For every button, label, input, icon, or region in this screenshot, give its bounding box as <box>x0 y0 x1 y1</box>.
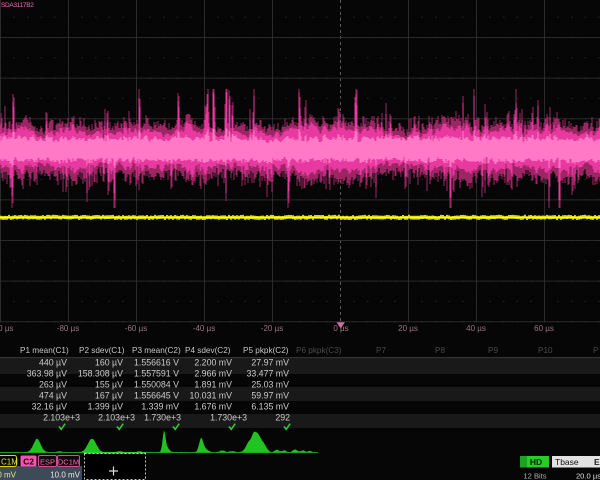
svg-text:292: 292 <box>275 413 290 423</box>
svg-text:1.550084 V: 1.550084 V <box>134 380 179 390</box>
svg-text:440 µV: 440 µV <box>39 358 67 368</box>
svg-text:Tbase: Tbase <box>555 457 579 467</box>
svg-text:59.97 mV: 59.97 mV <box>251 391 289 401</box>
svg-text:1.730e+3: 1.730e+3 <box>210 413 247 423</box>
svg-text:-40 µs: -40 µs <box>193 324 215 333</box>
svg-text:P8: P8 <box>435 346 445 355</box>
svg-text:2.200 mV: 2.200 mV <box>194 358 232 368</box>
svg-text:1.557591 V: 1.557591 V <box>134 369 179 379</box>
svg-text:1.556645 V: 1.556645 V <box>134 391 179 401</box>
svg-text:-80 µs: -80 µs <box>57 324 79 333</box>
svg-text:E: E <box>594 457 600 467</box>
svg-text:1.399 µV: 1.399 µV <box>88 402 124 412</box>
svg-text:1.730e+3: 1.730e+3 <box>144 413 181 423</box>
svg-text:160 µV: 160 µV <box>95 358 123 368</box>
svg-text:474 µV: 474 µV <box>39 391 67 401</box>
svg-text:1.556616 V: 1.556616 V <box>134 358 179 368</box>
svg-text:40 µs: 40 µs <box>466 324 486 333</box>
svg-text:33.477 mV: 33.477 mV <box>246 369 289 379</box>
svg-text:1.339 mV: 1.339 mV <box>141 402 179 412</box>
svg-text:DC1M: DC1M <box>58 458 79 467</box>
svg-text:1.891 mV: 1.891 mV <box>194 380 232 390</box>
svg-text:155 µV: 155 µV <box>95 380 123 390</box>
svg-text:P1 mean(C1): P1 mean(C1) <box>20 346 69 355</box>
svg-text:1.676 mV: 1.676 mV <box>194 402 232 412</box>
svg-text:P5 pkpk(C2): P5 pkpk(C2) <box>243 346 289 355</box>
svg-text:6.135 mV: 6.135 mV <box>251 402 289 412</box>
svg-text:158.308 µV: 158.308 µV <box>78 369 123 379</box>
svg-text:25.03 mV: 25.03 mV <box>251 380 289 390</box>
svg-text:SDA3117B2: SDA3117B2 <box>1 2 34 9</box>
svg-text:2.966 mV: 2.966 mV <box>194 369 232 379</box>
svg-text:20.0 µs: 20.0 µs <box>576 472 600 480</box>
svg-text:C1M: C1M <box>1 458 18 467</box>
svg-text:HD: HD <box>530 457 542 467</box>
svg-text:C2: C2 <box>23 457 34 467</box>
svg-text:10.031 mV: 10.031 mV <box>189 391 232 401</box>
svg-text:167 µV: 167 µV <box>95 391 123 401</box>
svg-text:10.0 mV: 10.0 mV <box>50 471 80 480</box>
svg-text:-60 µs: -60 µs <box>125 324 147 333</box>
svg-text:P6 pkpk(C3): P6 pkpk(C3) <box>296 346 342 355</box>
svg-text:P: P <box>593 346 599 355</box>
svg-text:-100 µs: -100 µs <box>0 324 13 333</box>
svg-text:363.98 µV: 363.98 µV <box>27 369 67 379</box>
svg-text:P9: P9 <box>488 346 498 355</box>
svg-text:P3 mean(C2): P3 mean(C2) <box>132 346 181 355</box>
svg-text:60 µs: 60 µs <box>534 324 554 333</box>
svg-text:20 µs: 20 µs <box>398 324 418 333</box>
svg-text:P7: P7 <box>376 346 386 355</box>
svg-text:ESP: ESP <box>40 458 55 467</box>
svg-text:12 Bits: 12 Bits <box>523 472 546 480</box>
svg-text:-20 µs: -20 µs <box>261 324 283 333</box>
svg-text:32.16 µV: 32.16 µV <box>32 402 68 412</box>
svg-text:0 mV: 0 mV <box>0 471 17 480</box>
svg-text:2.103e+3: 2.103e+3 <box>43 413 80 423</box>
svg-text:P2 sdev(C1): P2 sdev(C1) <box>79 346 125 355</box>
svg-text:2.103e+3: 2.103e+3 <box>98 413 135 423</box>
svg-text:P10: P10 <box>538 346 553 355</box>
svg-text:263 µV: 263 µV <box>39 380 67 390</box>
svg-text:27.97 mV: 27.97 mV <box>251 358 289 368</box>
svg-text:P4 sdev(C2): P4 sdev(C2) <box>185 346 231 355</box>
